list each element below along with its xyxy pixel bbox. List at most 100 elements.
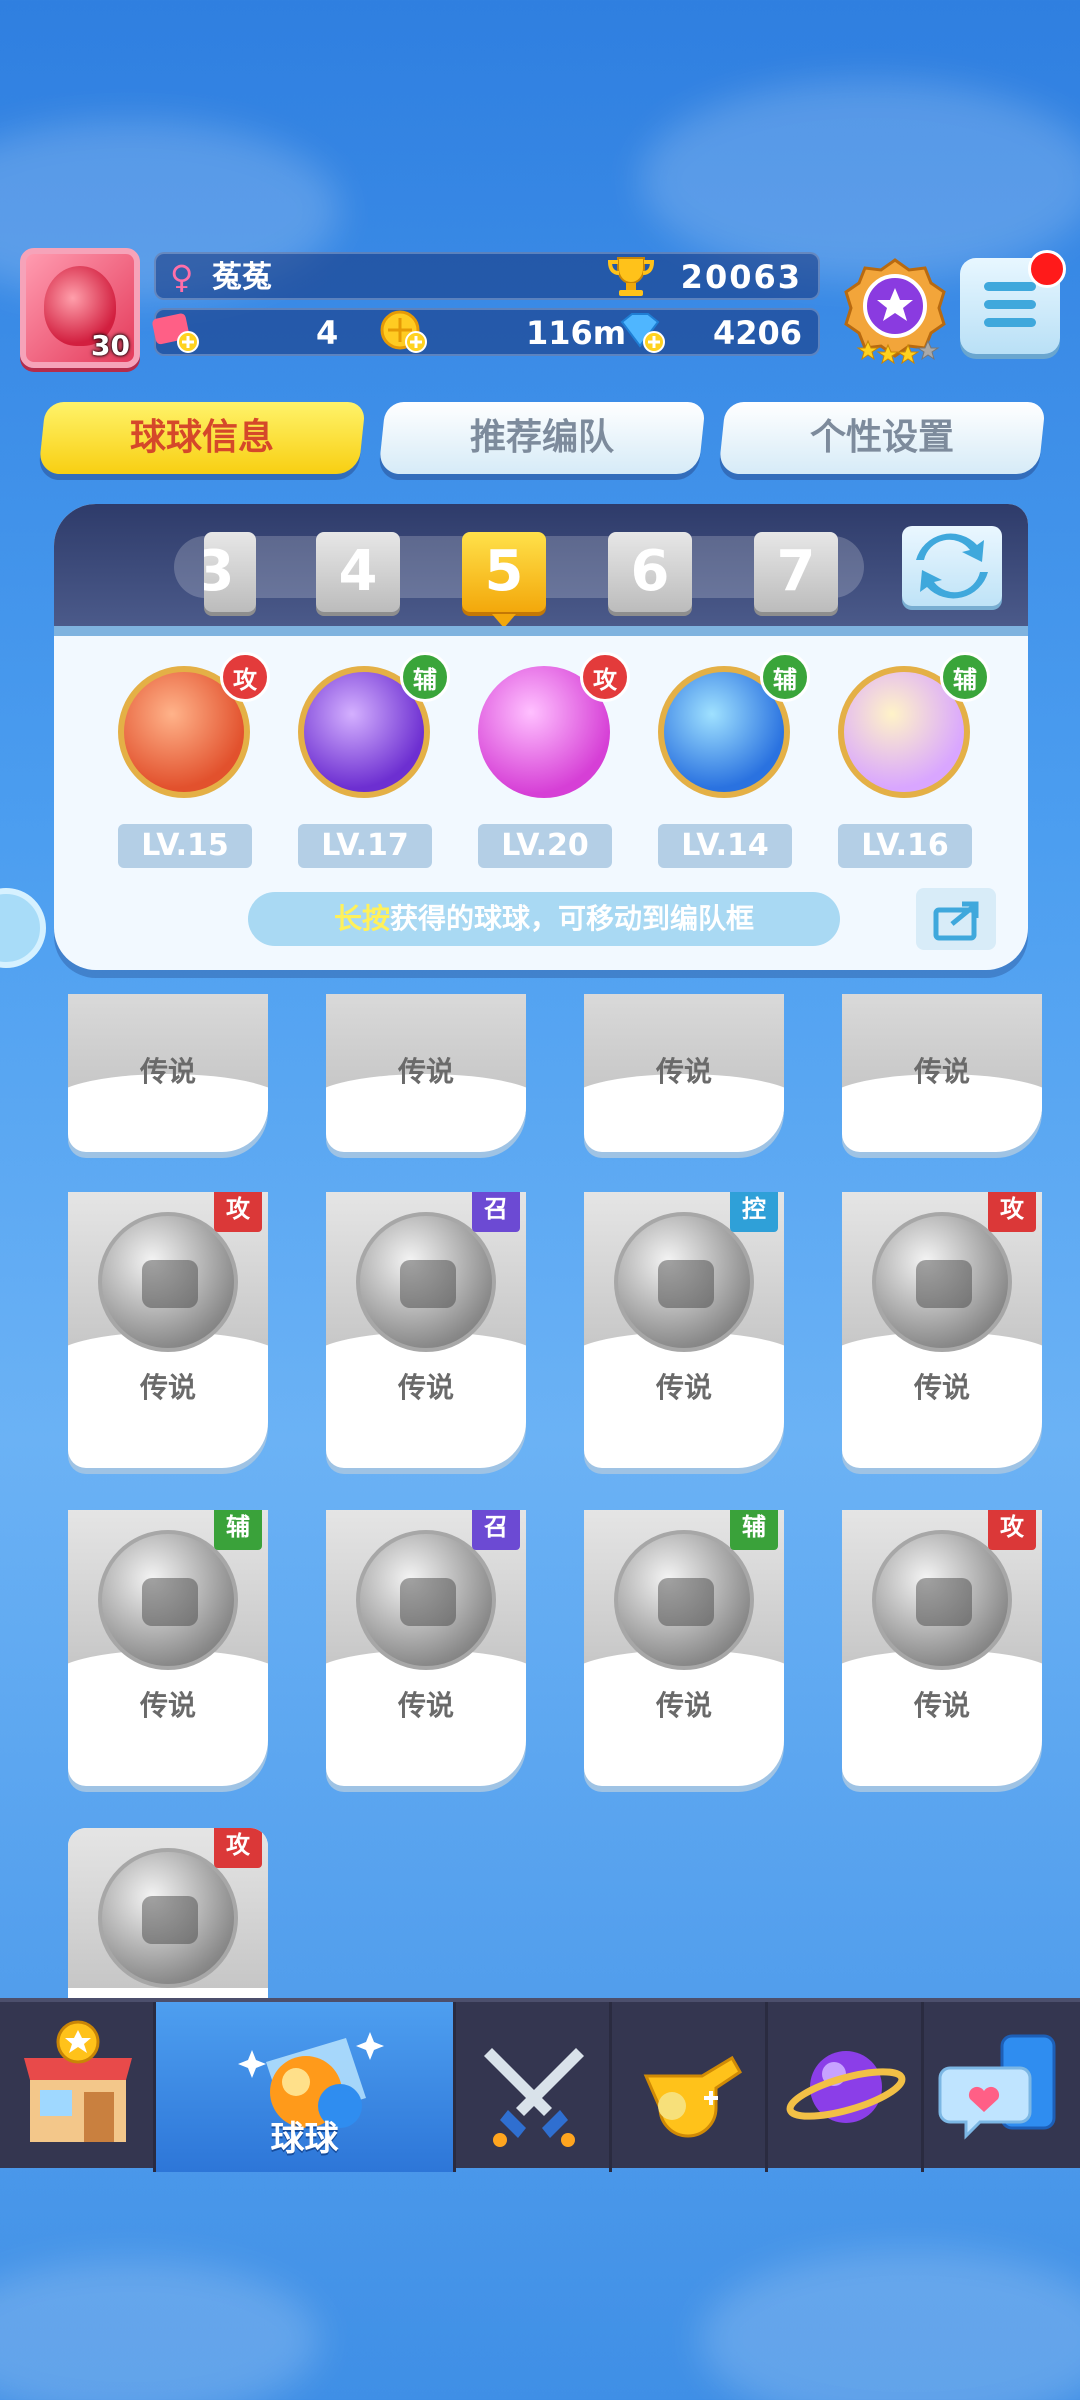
ball-card[interactable]: 传说 [326,994,526,1152]
team-slot[interactable]: 4 [316,532,400,612]
locked-ball-icon [872,1530,1012,1670]
rarity-label: 传说 [397,1055,454,1088]
battle-swords-icon [484,2048,584,2147]
ball-level: LV.14 [658,824,792,868]
locked-ball-icon [614,1530,754,1670]
menu-line [984,300,1036,309]
tab-recommended-team[interactable]: 推荐编队 [378,402,706,474]
ball-card[interactable]: 攻 传说 [68,1192,268,1468]
notification-dot [1028,250,1066,288]
menu-button[interactable] [960,250,1066,354]
rarity-label: 传说 [397,1371,454,1404]
ball-card[interactable]: 传说 [842,994,1042,1152]
nav-chat[interactable] [924,2002,1080,2172]
attack-tag: 攻 [988,1510,1036,1550]
trophy-count: 20063 [680,258,802,296]
locked-ball-icon [356,1212,496,1352]
ball-card[interactable]: 攻 传说 [842,1192,1042,1468]
rarity-label: 传说 [913,1371,970,1404]
locked-ball-icon [872,1212,1012,1352]
team-ball[interactable]: 辅 LV.16 [824,652,990,868]
team-slot[interactable]: 3 [204,532,256,612]
locked-ball-icon [614,1212,754,1352]
rarity-label: 传说 [913,1689,970,1722]
support-tag: 辅 [940,652,990,702]
divider [54,626,1028,636]
rarity-label: 传说 [139,1689,196,1722]
ball-card[interactable]: 传说 [68,994,268,1152]
chat-icon [938,2034,1056,2140]
nav-label: 球球 [270,2119,339,2159]
summon-tag: 召 [472,1510,520,1550]
nav-battle[interactable] [456,2002,612,2172]
planet-icon [786,2051,906,2123]
attack-tag: 攻 [214,1192,262,1232]
ball-card[interactable]: 传说 [584,994,784,1152]
team-slot-bar: 3 4 5 6 7 [54,504,1028,628]
rarity-label: 传说 [655,1371,712,1404]
attack-tag: 攻 [214,1828,262,1868]
team-ball[interactable]: 攻 LV.20 [464,652,630,868]
team-panel: 3 4 5 6 7 攻 LV.15 辅 LV.17 攻 LV.20 辅 LV.1… [54,504,1028,970]
coin-add-icon[interactable] [378,310,428,354]
support-tag: 辅 [760,652,810,702]
support-tag: 辅 [400,652,450,702]
tab-personal-settings[interactable]: 个性设置 [718,402,1046,474]
player-name: 菟菟 [212,260,272,295]
locked-ball-icon [98,1848,238,1988]
ticket-add-icon[interactable] [150,310,200,354]
summon-tag: 召 [472,1192,520,1232]
rarity-label: 传说 [397,1689,454,1722]
locked-ball-icon [98,1212,238,1352]
team-slot[interactable]: 7 [754,532,838,612]
team-ball[interactable]: 攻 LV.15 [104,652,270,868]
drag-hint: 长按获得的球球，可移动到编队框 [248,892,840,946]
support-tag: 辅 [214,1510,262,1550]
currency-bar: 4 116m 4206 [152,308,820,356]
nav-planet[interactable] [768,2002,924,2172]
rarity-label: 传说 [655,1689,712,1722]
rarity-label: 传说 [913,1055,970,1088]
team-ball[interactable]: 辅 LV.14 [644,652,810,868]
ball-level: LV.16 [838,824,972,868]
hint-highlight: 长按 [333,902,390,935]
ball-level: LV.20 [478,824,612,868]
rarity-label: 传说 [655,1055,712,1088]
nav-whistle[interactable] [612,2002,768,2172]
ball-card[interactable]: 攻 传说 [842,1510,1042,1786]
rank-badge-icon[interactable] [840,254,950,364]
swap-team-button[interactable] [902,526,1002,606]
tab-ball-info[interactable]: 球球信息 [38,402,366,474]
menu-line [984,318,1036,327]
trophy-icon [607,257,655,296]
ball-level: LV.15 [118,824,252,868]
team-slot-active[interactable]: 5 [462,532,546,628]
attack-tag: 攻 [220,652,270,702]
support-tag: 辅 [730,1510,778,1550]
ball-card[interactable]: 辅 传说 [584,1510,784,1786]
tab-label: 推荐编队 [469,417,614,458]
female-icon: ♀ [170,258,194,296]
side-drawer-handle[interactable] [0,888,46,968]
menu-line [984,282,1036,291]
name-bar: ♀ 菟菟 20063 [154,252,820,300]
diamond-count: 4206 [712,314,802,352]
whistle-icon [643,2055,742,2138]
ball-card[interactable]: 攻 [68,1828,268,1998]
share-icon [933,901,979,941]
share-button[interactable] [916,888,996,950]
diamond-add-icon[interactable] [616,310,666,354]
locked-ball-icon [356,1530,496,1670]
player-avatar[interactable]: 30 [20,248,140,368]
rarity-label: 传说 [139,1055,196,1088]
ball-card[interactable]: 控 传说 [584,1192,784,1468]
tab-label: 球球信息 [129,417,274,458]
nav-shop[interactable] [0,2002,156,2172]
nav-balls[interactable]: 球球 [156,2002,456,2172]
team-ball[interactable]: 辅 LV.17 [284,652,450,868]
ball-card[interactable]: 召 传说 [326,1510,526,1786]
ball-card[interactable]: 辅 传说 [68,1510,268,1786]
team-slot[interactable]: 6 [608,532,692,612]
ticket-count: 4 [316,314,339,352]
ball-card[interactable]: 召 传说 [326,1192,526,1468]
